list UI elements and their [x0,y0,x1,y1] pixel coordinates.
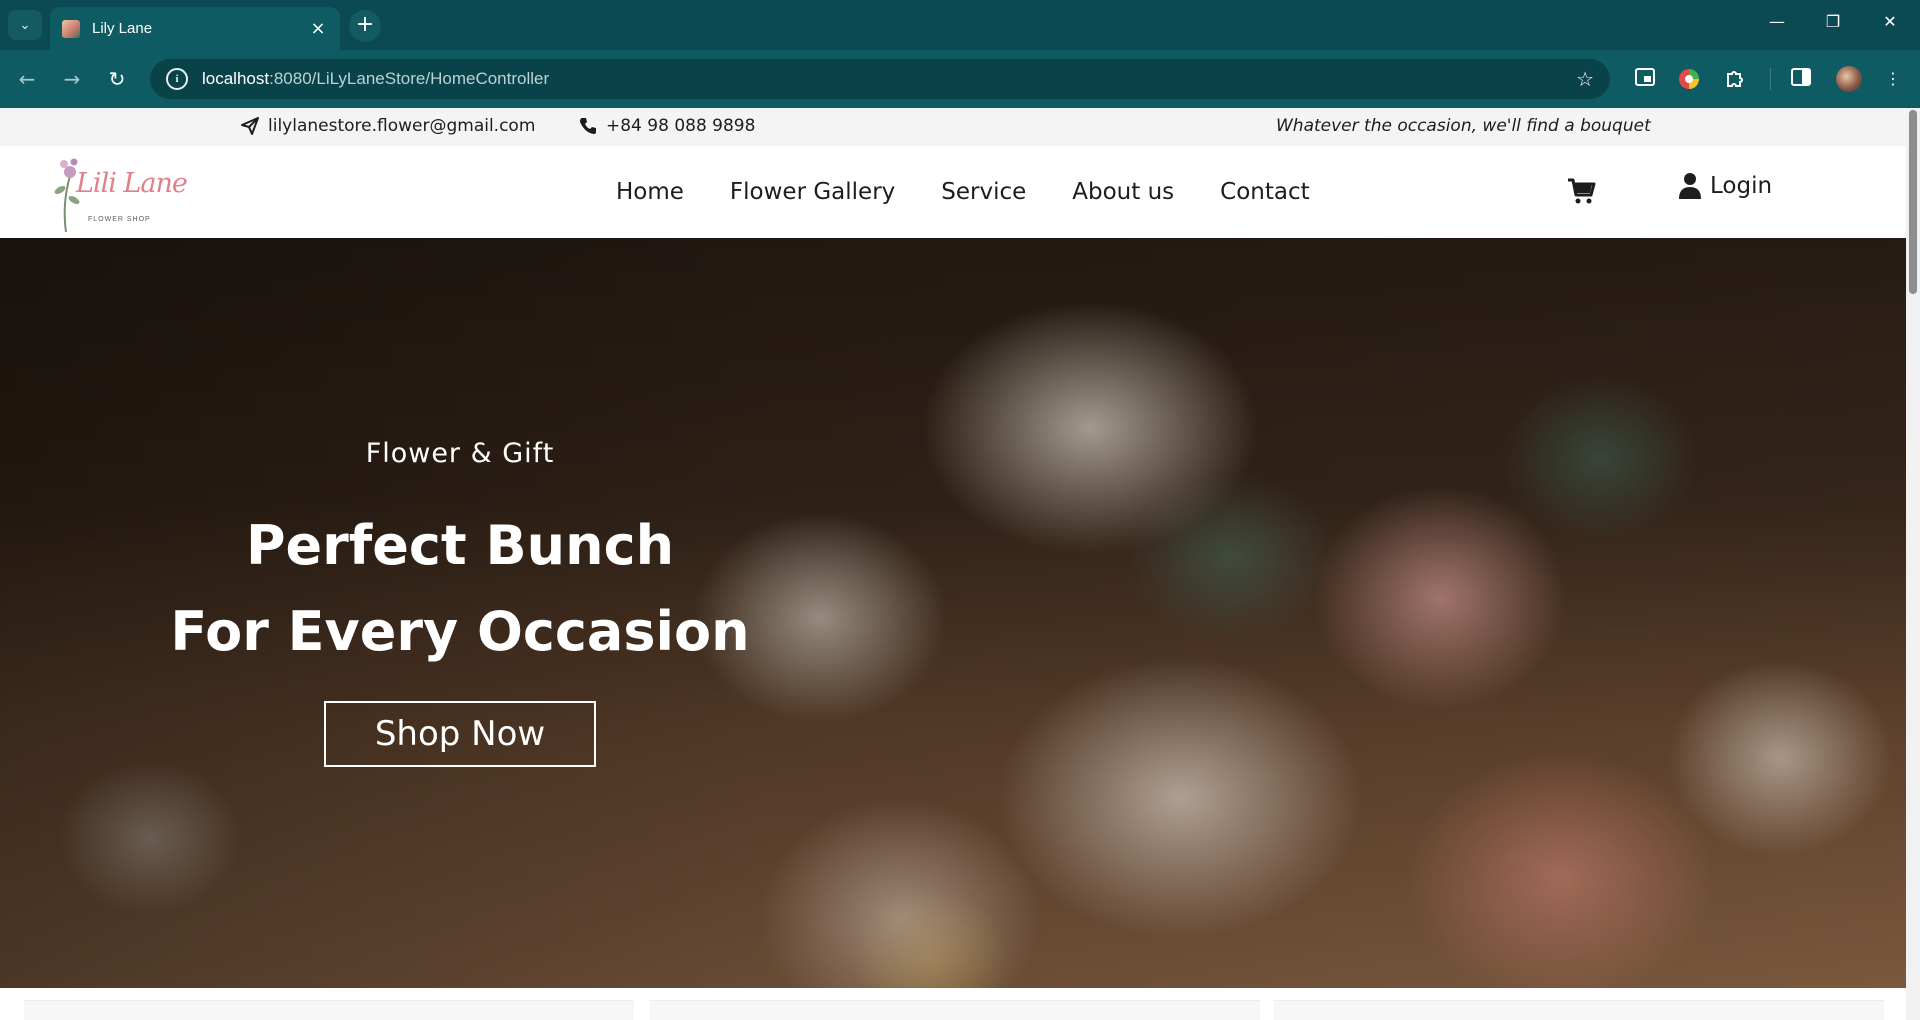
email-info[interactable]: lilylanestore.flower@gmail.com [240,116,535,136]
paper-plane-icon [240,116,260,136]
chevron-down-icon: ⌄ [19,17,31,33]
avatar-icon[interactable] [1836,66,1862,92]
contact-strip: lilylanestore.flower@gmail.com +84 98 08… [0,108,1906,146]
browser-tab[interactable]: Lily Lane × [50,7,340,50]
login-label: Login [1710,173,1773,199]
puzzle-icon[interactable] [1724,68,1746,90]
star-icon[interactable]: ☆ [1576,67,1594,91]
restore-button[interactable]: ❐ [1821,12,1845,31]
plus-icon: + [355,12,375,37]
logo-wordmark: Lili Lane [76,168,188,199]
close-icon[interactable]: × [308,18,328,39]
web-page: lilylanestore.flower@gmail.com +84 98 08… [0,108,1906,1020]
browser-toolbar: ← → ↻ i localhost:8080/LiLyLaneStore/Hom… [0,50,1920,108]
flower-favicon-icon [62,19,80,38]
user-icon [1679,173,1701,199]
site-header: Lili Lane FLOWER SHOP Home Flower Galler… [0,146,1906,238]
tab-title: Lily Lane [92,20,153,37]
url-path: :8080/LiLyLaneStore/HomeController [269,69,550,88]
close-window-button[interactable]: ✕ [1878,12,1902,31]
nav-flower-gallery[interactable]: Flower Gallery [730,179,895,205]
url-host: localhost [202,69,270,88]
cart-icon[interactable] [1566,176,1596,206]
url-text[interactable]: localhost:8080/LiLyLaneStore/HomeControl… [202,69,1576,89]
scrollbar-thumb[interactable] [1909,110,1917,294]
picture-in-picture-icon[interactable] [1634,68,1656,90]
card-preview[interactable] [650,1000,1260,1020]
back-button[interactable]: ← [12,64,42,94]
shop-now-button[interactable]: Shop Now [324,701,596,767]
side-panel-icon[interactable] [1790,68,1812,90]
page-scrollbar[interactable] [1906,108,1920,1020]
nav-service[interactable]: Service [941,179,1026,205]
nav-contact[interactable]: Contact [1220,179,1309,205]
browser-tab-bar: ⌄ Lily Lane × + — ❐ ✕ [0,0,1920,50]
toolbar-divider [1770,68,1771,90]
new-tab-button[interactable]: + [349,10,381,42]
card-preview[interactable] [24,1000,634,1020]
forward-button[interactable]: → [57,64,87,94]
main-nav: Home Flower Gallery Service About us Con… [616,146,1356,238]
content-cards-row [0,988,1906,1020]
address-bar[interactable]: i localhost:8080/LiLyLaneStore/HomeContr… [150,59,1610,99]
hero-title-line-2: For Every Occasion [170,600,750,663]
color-picker-icon[interactable] [1678,68,1700,90]
phone-icon [578,116,598,136]
hero-content: Flower & Gift Perfect Bunch For Every Oc… [150,438,770,767]
hero-banner: Flower & Gift Perfect Bunch For Every Oc… [0,238,1906,988]
hero-title-line-1: Perfect Bunch [245,514,675,577]
reload-button[interactable]: ↻ [102,64,132,94]
tab-search-button[interactable]: ⌄ [8,10,42,40]
tagline: Whatever the occasion, we'll find a bouq… [1276,116,1651,136]
login-link[interactable]: Login [1678,172,1772,200]
nav-about-us[interactable]: About us [1072,179,1174,205]
hero-title: Perfect Bunch For Every Occasion [150,503,770,675]
card-preview[interactable] [1274,1000,1884,1020]
phone-info[interactable]: +84 98 088 9898 [578,116,755,136]
info-icon[interactable]: i [166,68,188,90]
phone-text: +84 98 088 9898 [606,116,756,136]
email-text: lilylanestore.flower@gmail.com [268,116,536,136]
more-vert-icon[interactable]: ⋮ [1882,68,1904,90]
nav-home[interactable]: Home [616,179,684,205]
hero-kicker: Flower & Gift [365,438,555,469]
logo-subtitle: FLOWER SHOP [88,216,151,223]
minimize-button[interactable]: — [1765,12,1789,31]
site-logo[interactable]: Lili Lane FLOWER SHOP [52,154,192,234]
